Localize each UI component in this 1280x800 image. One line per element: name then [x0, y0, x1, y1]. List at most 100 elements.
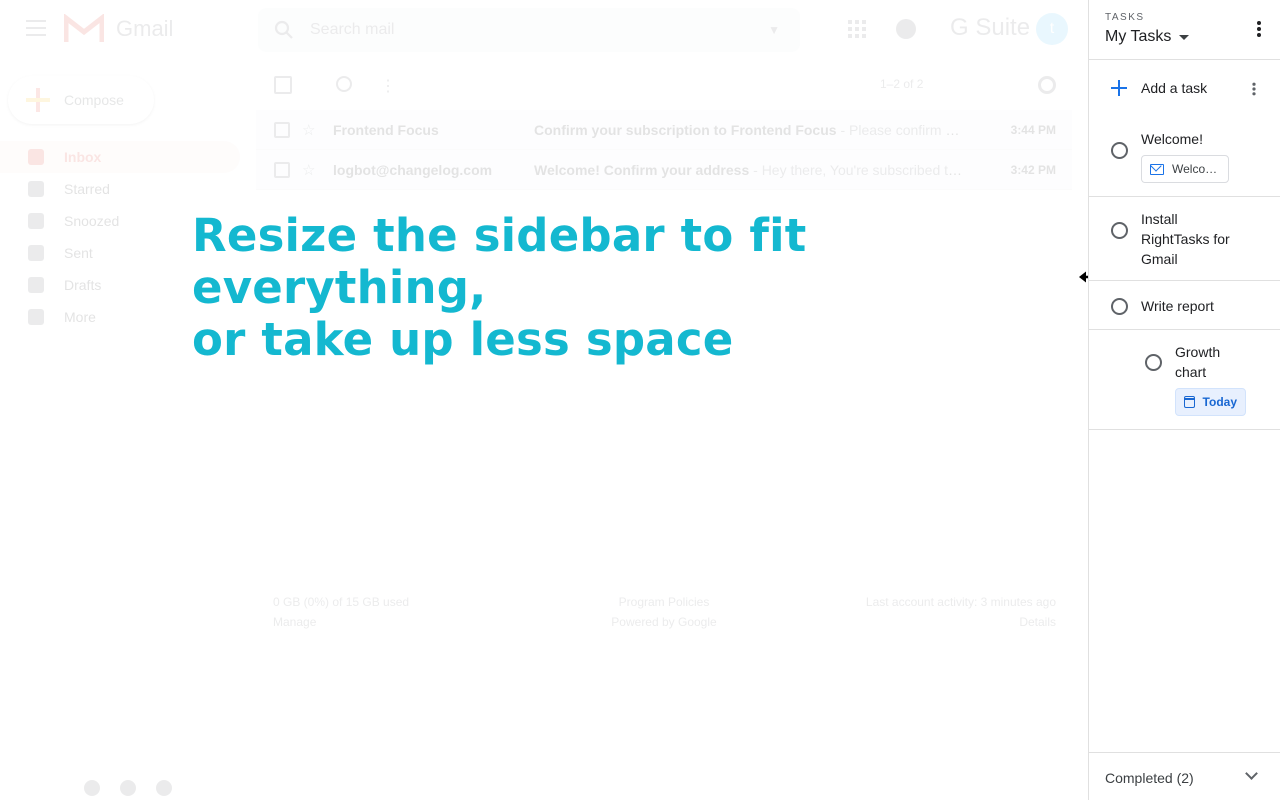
footer-center: Program Policies Powered by Google [609, 592, 719, 632]
pagination-range: 1–2 of 2 [880, 77, 924, 91]
caption-line-1: Resize the sidebar to fit everything, [192, 209, 807, 314]
gmail-logo[interactable]: Gmail [64, 14, 173, 44]
email-subject-text: Welcome! Confirm your address [534, 161, 750, 178]
task-list-name: My Tasks [1105, 28, 1172, 45]
mail-icon [1150, 163, 1164, 175]
email-snippet: - Please confirm yo… [836, 121, 964, 138]
main-menu-icon[interactable] [26, 20, 46, 36]
row-checkbox[interactable] [274, 161, 290, 178]
due-date-chip[interactable]: Today [1175, 388, 1246, 416]
refresh-icon[interactable] [336, 76, 352, 92]
nav-item-label: Sent [64, 245, 93, 261]
search-options-icon[interactable]: ▼ [768, 23, 780, 37]
compose-label: Compose [64, 92, 124, 108]
table-row[interactable]: ☆ logbot@changelog.com Welcome! Confirm … [256, 150, 1072, 190]
nav-item-label: Snoozed [64, 213, 120, 229]
gmail-brand: Gmail [116, 16, 174, 41]
more-options-icon[interactable]: ⋮ [380, 76, 396, 96]
task-title-line: chart [1175, 364, 1207, 380]
draft-icon [28, 277, 44, 293]
tutorial-caption: Resize the sidebar to fit everything, or… [192, 210, 1072, 366]
phone-icon[interactable] [156, 780, 172, 796]
compose-plus-icon [26, 88, 50, 112]
completed-section-toggle[interactable]: Completed (2) [1089, 752, 1280, 800]
nav-item-label: Inbox [64, 149, 102, 165]
powered-by-text: Powered by Google [611, 615, 717, 629]
task-item[interactable]: Write report [1089, 281, 1280, 330]
tasks-header: TASKS My Tasks [1089, 0, 1280, 60]
program-policies-link[interactable]: Program Policies [609, 592, 719, 612]
gmail-background: Gmail Search mail ▼ G Suite t Compose In… [0, 0, 1088, 800]
email-link-label: Welco… [1172, 162, 1218, 176]
task-title-line: Install [1141, 211, 1178, 227]
mail-list: ☆ Frontend Focus Confirm your subscripti… [256, 110, 1072, 190]
send-icon [28, 245, 44, 261]
task-item[interactable]: Welcome! Welco… [1089, 120, 1280, 197]
screen: Gmail Search mail ▼ G Suite t Compose In… [0, 0, 1280, 800]
add-task-label: Add a task [1141, 80, 1208, 96]
gsuite-logo: G Suite [950, 14, 1031, 41]
compose-button[interactable]: Compose [8, 76, 154, 124]
notifications-icon[interactable] [896, 19, 916, 39]
avatar[interactable]: t [1036, 13, 1068, 45]
person-icon[interactable] [84, 780, 100, 796]
task-complete-checkbox[interactable] [1111, 142, 1128, 159]
star-icon[interactable]: ☆ [302, 121, 315, 139]
task-complete-checkbox[interactable] [1111, 222, 1128, 239]
task-item[interactable]: Install RightTasks for Gmail [1089, 197, 1280, 281]
task-list-selector[interactable]: My Tasks [1105, 28, 1190, 46]
nav-item-starred[interactable]: Starred [0, 173, 240, 205]
tasks-kicker: TASKS [1105, 12, 1145, 23]
star-icon [28, 181, 44, 197]
manage-link[interactable]: Manage [273, 612, 409, 632]
details-link[interactable]: Details [866, 612, 1056, 632]
apps-grid-icon[interactable] [848, 20, 866, 38]
gmail-m-icon [64, 14, 104, 42]
search-icon[interactable] [274, 20, 294, 40]
search-bar[interactable]: Search mail ▼ [258, 8, 800, 52]
nav-item-label: Drafts [64, 277, 102, 293]
select-all-checkbox[interactable] [274, 76, 292, 94]
table-row[interactable]: ☆ Frontend Focus Confirm your subscripti… [256, 110, 1072, 150]
dropdown-arrow-icon [1179, 34, 1190, 40]
task-complete-checkbox[interactable] [1145, 354, 1162, 371]
mail-toolbar: ⋮ 1–2 of 2 [274, 76, 1056, 96]
plus-icon [1111, 80, 1127, 96]
add-task-menu-icon[interactable] [1252, 82, 1256, 96]
star-icon[interactable]: ☆ [302, 161, 315, 179]
task-title[interactable]: Write report [1141, 296, 1214, 316]
hangouts-icon[interactable] [120, 780, 136, 796]
task-complete-checkbox[interactable] [1111, 298, 1128, 315]
nav-item-inbox[interactable]: Inbox [0, 141, 240, 173]
footer-storage: 0 GB (0%) of 15 GB used Manage [273, 592, 409, 632]
email-time: 3:42 PM [1010, 162, 1056, 177]
email-link-chip[interactable]: Welco… [1141, 155, 1229, 183]
inbox-icon [28, 149, 44, 165]
nav-item-label: More [64, 309, 96, 325]
gear-icon[interactable] [1038, 76, 1056, 94]
row-checkbox[interactable] [274, 121, 290, 138]
task-title[interactable]: Welcome! [1141, 129, 1203, 149]
search-input[interactable]: Search mail [310, 21, 768, 39]
email-snippet: - Hey there, You're subscribed to… [749, 161, 964, 178]
caption-line-2: or take up less space [192, 313, 734, 366]
clock-icon [28, 213, 44, 229]
email-subject: Welcome! Confirm your address - Hey ther… [534, 162, 964, 178]
email-subject-text: Confirm your subscription to Frontend Fo… [534, 121, 837, 138]
add-task-button[interactable]: Add a task [1089, 68, 1280, 108]
task-title[interactable]: Install RightTasks for Gmail [1141, 209, 1230, 269]
task-title-line: RightTasks for [1141, 231, 1230, 247]
email-sender: Frontend Focus [333, 121, 439, 138]
calendar-icon [1184, 396, 1195, 408]
hangouts-bar [84, 780, 172, 796]
chevron-down-icon [28, 309, 44, 325]
task-title[interactable]: Growth chart [1175, 342, 1220, 382]
task-title-line: Gmail [1141, 251, 1178, 267]
subtask-item[interactable]: Growth chart Today [1089, 330, 1280, 430]
chevron-down-icon[interactable] [1245, 767, 1258, 780]
tasks-sidebar[interactable]: TASKS My Tasks Add a task Welcome! Welco… [1088, 0, 1280, 800]
tasks-menu-icon[interactable] [1257, 21, 1261, 37]
email-sender: logbot@changelog.com [333, 161, 493, 178]
storage-text: 0 GB (0%) of 15 GB used [273, 595, 410, 609]
nav-item-label: Starred [64, 181, 110, 197]
